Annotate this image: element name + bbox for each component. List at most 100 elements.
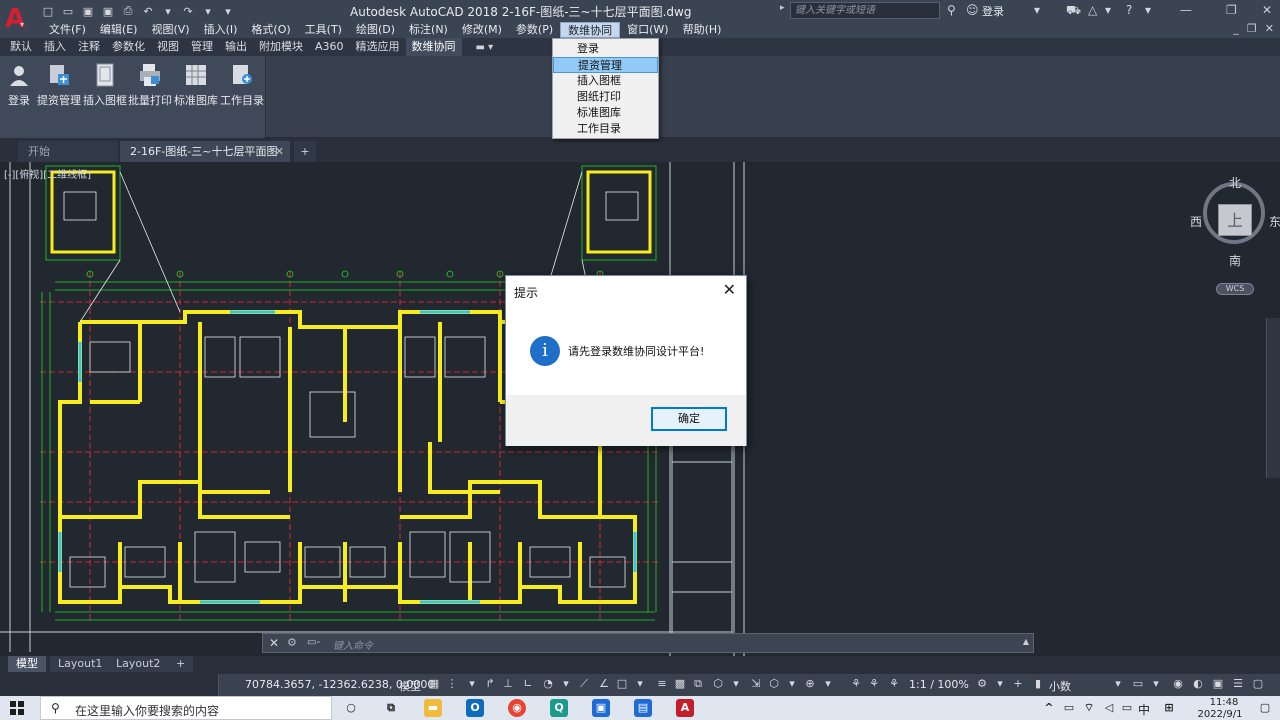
annotation-scale-value[interactable]: 1:1 / 100%: [909, 678, 969, 691]
restore-icon[interactable]: ❐: [1226, 3, 1237, 17]
ribbon-display-toggle-icon[interactable]: ▬ ▾: [476, 42, 494, 53]
customization-icon[interactable]: ☰: [1231, 677, 1245, 691]
redo-dropdown-icon[interactable]: ▾: [200, 3, 216, 19]
new-tab-button[interactable]: +: [294, 141, 316, 162]
open-file-icon[interactable]: ▭: [60, 3, 76, 19]
ime-indicator[interactable]: 中: [1138, 701, 1150, 718]
keyboard-icon[interactable]: ▭: [1118, 699, 1136, 717]
application-menu-button[interactable]: A ▾: [0, 0, 30, 38]
tab-default[interactable]: 默认: [4, 38, 38, 56]
menu-shuwei-collab[interactable]: 数维协同: [560, 22, 621, 38]
undo-icon[interactable]: ↶: [140, 3, 156, 19]
help-dropdown-icon[interactable]: ▾: [1145, 3, 1151, 17]
tab-parametric[interactable]: 参数化: [106, 38, 151, 56]
menu-format[interactable]: 格式(O): [244, 22, 297, 38]
model-space-toggle[interactable]: 模型: [399, 678, 421, 694]
dynamic-input-icon[interactable]: ⊥: [501, 677, 515, 691]
compass-north[interactable]: 北: [1229, 174, 1241, 191]
outlook-icon[interactable]: O: [466, 699, 484, 717]
tab-shuwei-collab[interactable]: 数维协同: [405, 38, 462, 56]
dropdown-icon[interactable]: ▾: [785, 677, 799, 691]
search-input[interactable]: 键入关键字或短语: [790, 2, 940, 19]
battery-icon[interactable]: ▭: [1060, 699, 1078, 717]
menu-dimension[interactable]: 标注(N): [402, 22, 455, 38]
ribbon-login-button[interactable]: 登录: [6, 62, 32, 108]
dropdown-item-standard-library[interactable]: 标准图库: [553, 105, 658, 121]
add-layout-button[interactable]: +: [168, 656, 194, 672]
tab-insert[interactable]: 插入: [38, 38, 72, 56]
a360-icon[interactable]: △: [1088, 3, 1097, 17]
dropdown-item-drawing-print[interactable]: 图纸打印: [553, 89, 658, 105]
wcs-menu[interactable]: WCS: [1216, 283, 1254, 295]
isodraft-icon[interactable]: ⟋: [577, 677, 591, 691]
print-icon[interactable]: ⎙: [120, 3, 136, 19]
tab-start[interactable]: 开始: [18, 141, 118, 162]
notification-icon[interactable]: ▢: [1256, 699, 1274, 717]
menu-draw[interactable]: 绘图(D): [349, 22, 402, 38]
tab-a360[interactable]: A360: [309, 38, 350, 56]
customize-command-icon[interactable]: ⚙: [287, 636, 297, 649]
gizmo-icon[interactable]: ⊕: [803, 677, 817, 691]
tab-model[interactable]: 模型: [8, 656, 46, 672]
cortana-icon[interactable]: ○: [342, 699, 360, 717]
tab-annotate[interactable]: 注释: [72, 38, 106, 56]
dropdown-icon[interactable]: ▾: [993, 677, 1007, 691]
dropdown-icon[interactable]: ▾: [559, 677, 573, 691]
menu-help[interactable]: 帮助(H): [676, 22, 729, 38]
doc-minimize-icon[interactable]: _: [1233, 22, 1239, 35]
save-icon[interactable]: ▣: [80, 3, 96, 19]
viewcube[interactable]: 北 南 西 东 上: [1190, 176, 1280, 268]
annotation-scale-icon[interactable]: ⚘: [887, 677, 901, 691]
annotation-visibility-icon[interactable]: ⚘: [849, 677, 863, 691]
dialog-close-icon[interactable]: ✕: [723, 280, 736, 299]
units-selector[interactable]: 小数: [1049, 678, 1071, 694]
doc-close-icon[interactable]: ✕: [1265, 22, 1274, 35]
clock-date[interactable]: 2022/9/1: [1190, 709, 1250, 720]
menu-insert[interactable]: 插入(I): [197, 22, 245, 38]
tab-layout1[interactable]: Layout1: [50, 656, 111, 672]
hardware-acceleration-icon[interactable]: ◐: [1191, 677, 1205, 691]
viewcube-top-face[interactable]: 上: [1218, 204, 1252, 236]
settings-gear-icon[interactable]: ⚙: [975, 677, 989, 691]
menu-window[interactable]: 窗口(W): [620, 22, 675, 38]
dropdown-icon[interactable]: ▾: [1111, 677, 1125, 691]
doc-restore-icon[interactable]: ❐: [1247, 22, 1257, 35]
close-icon[interactable]: ✕: [1262, 3, 1272, 17]
new-file-icon[interactable]: □: [40, 3, 56, 19]
binoculars-icon[interactable]: ⚲: [947, 3, 956, 17]
tab-manage[interactable]: 管理: [185, 38, 219, 56]
viewport-controls-label[interactable]: [-][俯视][二维线框]: [4, 166, 91, 181]
ribbon-work-directory-button[interactable]: 工作目录: [220, 62, 264, 108]
tab-addins[interactable]: 附加模块: [253, 38, 309, 56]
file-explorer-icon[interactable]: ▬: [424, 699, 442, 717]
app-dark-blue-icon[interactable]: ▤: [634, 699, 652, 717]
undo-dropdown-icon[interactable]: ▾: [160, 3, 176, 19]
volume-icon[interactable]: ◁: [1100, 699, 1118, 717]
minimize-icon[interactable]: —: [1180, 3, 1192, 17]
compass-west[interactable]: 西: [1190, 213, 1202, 230]
dropdown-icon[interactable]: ▾: [633, 677, 647, 691]
menu-edit[interactable]: 编辑(E): [93, 22, 145, 38]
network-icon[interactable]: ⌔: [1080, 699, 1098, 717]
autocad-taskbar-icon[interactable]: A: [676, 699, 694, 717]
dropdown-icon[interactable]: ▾: [729, 677, 743, 691]
windows-start-icon[interactable]: [10, 701, 24, 715]
tab-current-drawing[interactable]: 2-16F-图纸-三~十七层平面图 ✕: [120, 141, 290, 162]
transparency-icon[interactable]: ▩: [673, 677, 687, 691]
app-search-icon[interactable]: Q: [550, 699, 568, 717]
tab-layout2[interactable]: Layout2: [108, 656, 169, 672]
ok-button[interactable]: 确定: [651, 407, 727, 431]
ribbon-standard-library-button[interactable]: 标准图库: [174, 62, 218, 108]
menu-tools[interactable]: 工具(T): [298, 22, 349, 38]
user-icon[interactable]: ☺: [966, 3, 979, 17]
grid-icon[interactable]: ▦: [427, 677, 441, 691]
infer-constraints-icon[interactable]: ↱: [483, 677, 497, 691]
help-icon[interactable]: ?: [1126, 3, 1132, 17]
object-snap-icon[interactable]: □: [615, 677, 629, 691]
polar-tracking-icon[interactable]: ◔: [541, 677, 555, 691]
command-history-icon[interactable]: ▲: [1023, 637, 1029, 646]
dynamic-ucs-icon[interactable]: ⇲: [749, 677, 763, 691]
chrome-icon[interactable]: ◉: [508, 699, 526, 717]
compass-east[interactable]: 东: [1269, 213, 1280, 230]
save-as-icon[interactable]: ▣: [100, 3, 116, 19]
